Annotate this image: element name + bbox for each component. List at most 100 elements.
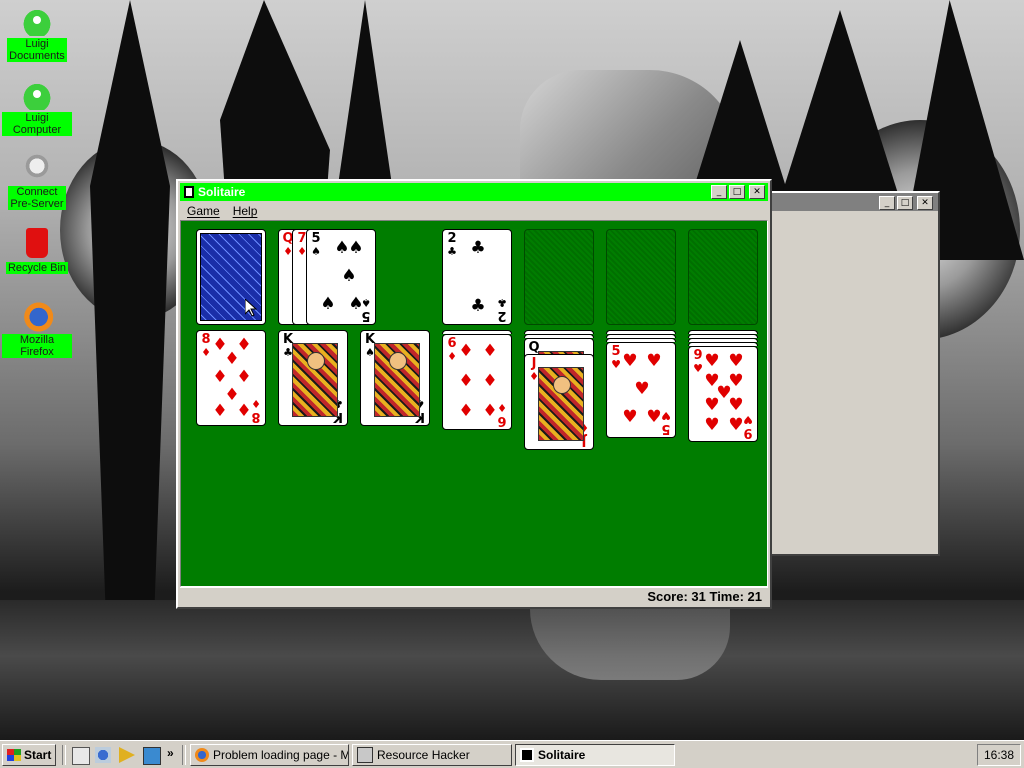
waste-top-card[interactable]: 5 ♠ 5 ♠ ♠ ♠ ♠ ♠ ♠ <box>306 229 376 325</box>
task-resource-hacker[interactable]: Resource Hacker <box>352 744 512 766</box>
desktop-icon-luigi-documents[interactable]: Luigi Documents <box>2 6 72 62</box>
close-button[interactable]: ✕ <box>917 196 933 210</box>
card-pip: ♣ <box>470 296 486 316</box>
wallpaper-tree <box>780 10 900 200</box>
card-pip: ♦ <box>224 349 240 369</box>
card-pip: ♦ <box>236 401 252 421</box>
desktop-icon-luigi-computer[interactable]: Luigi Computer <box>2 80 72 136</box>
foundation-4[interactable] <box>688 229 758 325</box>
score-time-text: Score: 31 Time: 21 <box>647 589 762 604</box>
card-pip: ♠ <box>348 238 364 258</box>
card-pip: ♥ <box>728 415 744 435</box>
desktop-icon-mozilla-firefox[interactable]: Mozilla Firefox <box>2 302 72 358</box>
minimize-button[interactable]: _ <box>711 185 727 199</box>
resource-hacker-titlebar[interactable]: _ □ ✕ <box>770 193 938 211</box>
menu-bar: Game Help <box>180 202 768 220</box>
card-pip: ♦ <box>236 367 252 387</box>
minimize-button[interactable]: _ <box>879 196 895 210</box>
firefox-icon <box>20 302 54 332</box>
resource-hacker-body <box>774 215 934 550</box>
card-pip: ♠ <box>348 294 364 314</box>
card-pip: ♥ <box>728 395 744 415</box>
solitaire-titlebar[interactable]: Solitaire _ □ ✕ <box>180 183 768 201</box>
resource-hacker-window[interactable]: _ □ ✕ <box>768 191 940 556</box>
wallpaper-tree <box>90 0 170 620</box>
foundation-3[interactable] <box>606 229 676 325</box>
menu-help[interactable]: Help <box>226 204 264 218</box>
quicklaunch-more-chevron[interactable]: » <box>167 746 174 760</box>
window-title: Solitaire <box>198 185 246 199</box>
card-pip: ♦ <box>458 341 474 361</box>
tableau-2-top-card[interactable]: K ♣ K ♣ <box>278 330 348 426</box>
internet-explorer-icon[interactable] <box>95 747 111 763</box>
game-table: Q ♦ 7 ♦ 5 ♠ 5 ♠ ♠ ♠ ♠ ♠ ♠ 2 ♣ 2 ♣ ♣ ♣ 8 ♦ 8 ♦ ♦ <box>180 220 768 587</box>
card-pip: ♥ <box>704 395 720 415</box>
mouse-cursor <box>245 299 257 317</box>
menu-game[interactable]: Game <box>180 204 226 218</box>
desktop-icon-connect-pre-server[interactable]: Connect Pre-Server <box>2 154 72 210</box>
show-desktop-icon[interactable] <box>72 747 90 765</box>
desktop-icon-label: Luigi Computer <box>2 112 72 136</box>
card-pip: ♥ <box>704 351 720 371</box>
card-pip: ♣ <box>470 238 486 258</box>
task-label: Resource Hacker <box>377 748 470 762</box>
resource-hacker-icon <box>357 747 373 763</box>
clock[interactable]: 16:38 <box>984 748 1014 762</box>
system-tray: 16:38 <box>977 744 1021 766</box>
task-label: Problem loading page - Mo... <box>213 748 348 762</box>
tableau-4-top-card[interactable]: 6 ♦ 6 ♦ ♦ ♦ ♦ ♦ ♦ ♦ <box>442 334 512 430</box>
card-pip: ♦ <box>482 371 498 391</box>
recycle-bin-icon <box>26 228 48 258</box>
card-pip: ♥ <box>646 351 662 371</box>
foundation-1[interactable]: 2 ♣ 2 ♣ ♣ ♣ <box>442 229 512 325</box>
solitaire-icon <box>520 748 534 762</box>
card-pip: ♦ <box>482 341 498 361</box>
desktop-icon-label: Connect Pre-Server <box>8 186 66 210</box>
king-face-art <box>374 343 420 417</box>
card-pip: ♦ <box>212 367 228 387</box>
card-pip: ♥ <box>704 415 720 435</box>
card-pip: ♥ <box>646 407 662 427</box>
maximize-button[interactable]: □ <box>729 185 745 199</box>
status-bar: Score: 31 Time: 21 <box>180 587 768 605</box>
card-corner: 2 ♣ <box>497 296 507 323</box>
taskbar-separator <box>62 745 66 765</box>
taskbar: Start » Problem loading page - Mo... Res… <box>0 740 1024 768</box>
card-pip: ♥ <box>634 379 650 399</box>
maximize-button[interactable]: □ <box>897 196 913 210</box>
tableau-7-top-card[interactable]: 9 ♥ 9 ♥ ♥ ♥ ♥ ♥ ♥ ♥ ♥ ♥ ♥ <box>688 346 758 442</box>
media-player-icon[interactable] <box>119 747 135 763</box>
windows-logo-icon <box>7 749 21 761</box>
task-solitaire[interactable]: Solitaire <box>515 744 675 766</box>
king-face-art <box>292 343 338 417</box>
solitaire-window[interactable]: Solitaire _ □ ✕ Game Help Q ♦ 7 ♦ 5 ♠ 5 ♠ ♠ … <box>176 179 772 609</box>
wallpaper-water <box>0 600 1024 740</box>
tableau-3-top-card[interactable]: K ♠ K ♠ <box>360 330 430 426</box>
desktop-icon-label: Recycle Bin <box>5 262 69 274</box>
card-pip: ♦ <box>482 401 498 421</box>
tableau-5-top-card[interactable]: J ♦ J ♦ <box>524 354 594 450</box>
taskbar-separator <box>182 745 186 765</box>
card-pip: ♠ <box>320 294 336 314</box>
desktop-icon-label: Mozilla Firefox <box>2 334 72 358</box>
card-pip: ♦ <box>458 371 474 391</box>
solitaire-icon <box>184 186 194 198</box>
start-button[interactable]: Start <box>2 744 56 766</box>
card-pip: ♥ <box>622 351 638 371</box>
tableau-6-top-card[interactable]: 5 ♥ 5 ♥ ♥ ♥ ♥ ♥ ♥ <box>606 342 676 438</box>
tableau-1-top-card[interactable]: 8 ♦ 8 ♦ ♦ ♦ ♦ ♦ ♦ ♦ ♦ ♦ <box>196 330 266 426</box>
luigi-documents-icon <box>20 6 54 36</box>
foundation-2[interactable] <box>524 229 594 325</box>
card-corner: 2 ♣ <box>447 231 457 258</box>
desktop-shortcut-icon[interactable] <box>143 747 161 765</box>
firefox-icon <box>195 748 209 762</box>
desktop-icon-label: Luigi Documents <box>7 38 67 62</box>
desktop-icon-recycle-bin[interactable]: Recycle Bin <box>2 228 72 274</box>
card-pip: ♦ <box>458 401 474 421</box>
card-pip: ♠ <box>341 266 357 286</box>
task-firefox[interactable]: Problem loading page - Mo... <box>190 744 349 766</box>
close-button[interactable]: ✕ <box>749 185 765 199</box>
card-pip: ♦ <box>212 401 228 421</box>
card-corner: 5 ♠ <box>311 231 321 258</box>
luigi-computer-icon <box>20 80 54 110</box>
